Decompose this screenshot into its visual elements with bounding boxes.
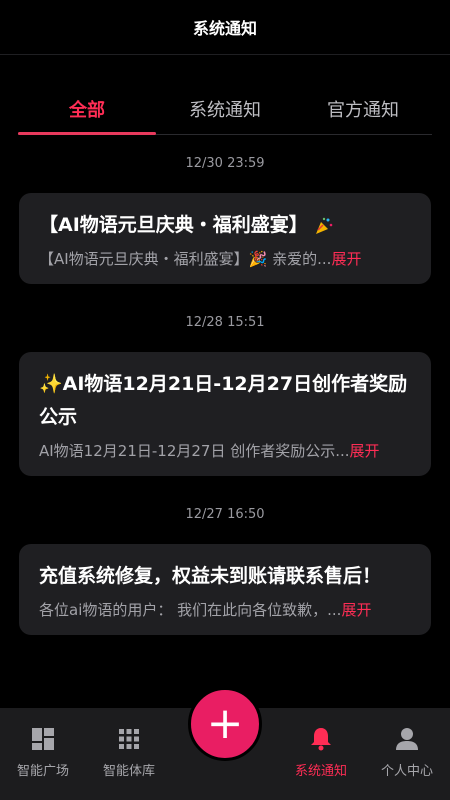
- person-icon: [396, 728, 418, 750]
- tab-system[interactable]: 系统通知: [156, 84, 294, 134]
- plus-icon: +: [206, 698, 244, 749]
- dashboard-icon: [32, 728, 54, 750]
- notification-preview: 各位ai物语的用户： 我们在此向各位致歉，...展开: [39, 601, 372, 619]
- notification-preview: 【AI物语元旦庆典・福利盛宴】🎉 亲爱的...展开: [39, 250, 362, 268]
- notification-title: 充值系统修复，权益未到账请联系售后！: [39, 565, 382, 587]
- nav-label: 智能广场: [16, 764, 69, 779]
- bell-icon: [311, 728, 331, 751]
- nav-label: 个人中心: [380, 764, 433, 779]
- expand-link[interactable]: 展开: [331, 250, 361, 268]
- nav-label: 系统通知: [294, 764, 347, 779]
- expand-link[interactable]: 展开: [341, 601, 371, 619]
- tab-label: 官方通知: [327, 100, 399, 121]
- page-header: 系统通知: [0, 0, 450, 55]
- notification-feed[interactable]: 12/30 23:59 【AI物语元旦庆典・福利盛宴】 【AI物语元旦庆典・福利…: [0, 134, 450, 708]
- nav-item-agents[interactable]: 智能体库: [86, 708, 172, 800]
- nav-item-notifications[interactable]: 系统通知: [278, 708, 364, 800]
- notification-time: 12/28 15:51: [185, 315, 265, 330]
- notification-tabs: 全部 系统通知 官方通知: [18, 84, 432, 135]
- notification-card[interactable]: ✨AI物语12月21日-12月27日创作者奖励公示 AI物语12月21日-12月…: [19, 352, 431, 476]
- notification-title: ✨AI物语12月21日-12月27日创作者奖励公示: [39, 373, 408, 428]
- notification-card[interactable]: 【AI物语元旦庆典・福利盛宴】 【AI物语元旦庆典・福利盛宴】🎉 亲爱的...展…: [19, 193, 431, 284]
- notification-preview: AI物语12月21日-12月27日 创作者奖励公示...展开: [39, 442, 380, 460]
- nav-item-profile[interactable]: 个人中心: [364, 708, 450, 800]
- tab-label: 系统通知: [189, 100, 261, 121]
- notification-time: 12/27 16:50: [185, 507, 265, 522]
- party-popper-icon: [316, 217, 333, 234]
- notification-card[interactable]: 充值系统修复，权益未到账请联系售后！ 各位ai物语的用户： 我们在此向各位致歉，…: [19, 544, 431, 635]
- grid-icon: [119, 729, 139, 749]
- notification-time: 12/30 23:59: [185, 156, 265, 171]
- tab-all[interactable]: 全部: [18, 84, 156, 135]
- tab-label: 全部: [69, 100, 105, 121]
- expand-link[interactable]: 展开: [350, 442, 380, 460]
- notification-title: 【AI物语元旦庆典・福利盛宴】: [39, 209, 411, 242]
- nav-item-plaza[interactable]: 智能广场: [0, 708, 86, 800]
- tab-official[interactable]: 官方通知: [294, 84, 432, 134]
- nav-label: 智能体库: [102, 764, 155, 779]
- create-button[interactable]: +: [188, 687, 262, 761]
- page-title: 系统通知: [192, 19, 257, 38]
